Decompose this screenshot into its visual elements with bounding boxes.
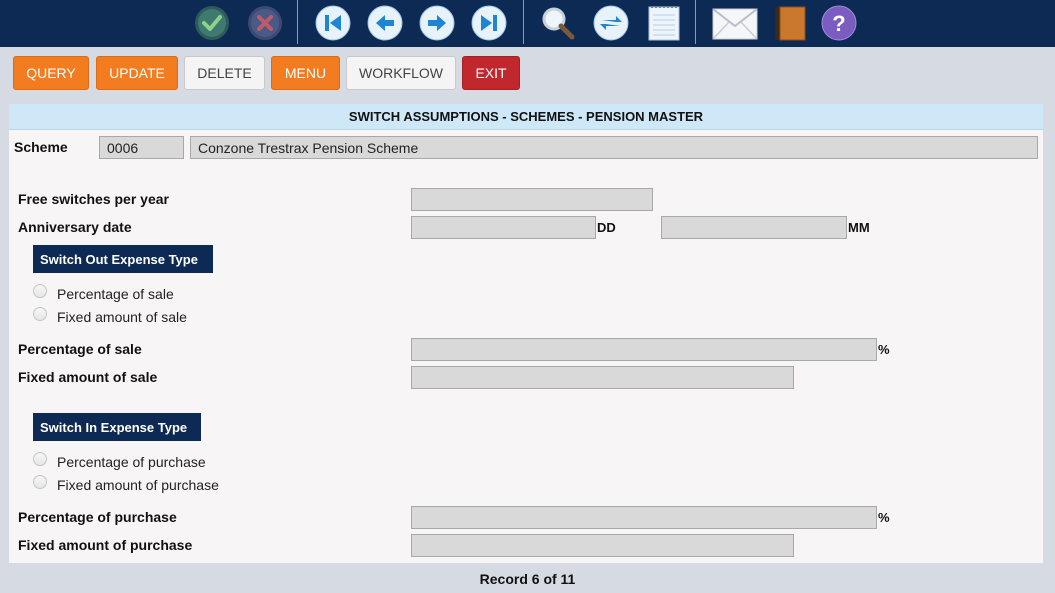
switch-out-heading: Switch Out Expense Type: [33, 245, 213, 273]
month-unit-label: MM: [848, 220, 870, 235]
toolbar-separator: [297, 0, 298, 44]
fixed-amount-of-sale-input[interactable]: [411, 366, 794, 389]
confirm-icon[interactable]: [193, 4, 231, 42]
switch-in-percentage-radio[interactable]: [33, 452, 47, 466]
percentage-of-sale-label: Percentage of sale: [18, 341, 142, 357]
scheme-code-field[interactable]: 0006: [99, 136, 184, 159]
notepad-icon[interactable]: [645, 4, 683, 42]
search-icon[interactable]: [539, 4, 577, 42]
exit-button[interactable]: EXIT: [462, 56, 520, 90]
free-switches-label: Free switches per year: [18, 191, 169, 207]
cancel-icon[interactable]: [246, 4, 284, 42]
toolbar-separator: [695, 0, 696, 44]
day-unit-label: DD: [597, 220, 616, 235]
workflow-button[interactable]: WORKFLOW: [346, 56, 456, 90]
record-counter: Record 6 of 11: [479, 571, 576, 587]
top-toolbar: ?: [0, 0, 1055, 47]
form-panel: SWITCH ASSUMPTIONS - SCHEMES - PENSION M…: [9, 104, 1043, 563]
anniversary-day-input[interactable]: [411, 216, 596, 239]
help-icon[interactable]: ?: [820, 4, 858, 42]
switch-in-fixed-option[interactable]: Fixed amount of purchase: [57, 477, 219, 493]
percent-unit-label: %: [878, 342, 890, 357]
switch-in-fixed-radio[interactable]: [33, 475, 47, 489]
anniversary-month-input[interactable]: [661, 216, 847, 239]
next-record-icon[interactable]: [418, 4, 456, 42]
query-button[interactable]: QUERY: [13, 56, 89, 90]
percentage-of-purchase-label: Percentage of purchase: [18, 509, 177, 525]
refresh-icon[interactable]: [592, 4, 630, 42]
percentage-of-purchase-input[interactable]: [411, 506, 877, 529]
toolbar-separator: [523, 0, 524, 44]
previous-record-icon[interactable]: [366, 4, 404, 42]
delete-button[interactable]: DELETE: [184, 56, 265, 90]
menu-button[interactable]: MENU: [271, 56, 340, 90]
fixed-amount-of-purchase-label: Fixed amount of purchase: [18, 537, 193, 553]
fixed-amount-of-sale-label: Fixed amount of sale: [18, 369, 158, 385]
book-icon[interactable]: [771, 4, 809, 42]
switch-out-percentage-radio[interactable]: [33, 284, 47, 298]
first-record-icon[interactable]: [314, 4, 352, 42]
switch-out-fixed-option[interactable]: Fixed amount of sale: [57, 309, 187, 325]
percentage-of-sale-input[interactable]: [411, 338, 877, 361]
page-title: SWITCH ASSUMPTIONS - SCHEMES - PENSION M…: [9, 104, 1043, 130]
percent-unit-label: %: [878, 510, 890, 525]
switch-in-heading: Switch In Expense Type: [33, 413, 201, 441]
switch-out-fixed-radio[interactable]: [33, 307, 47, 321]
switch-in-percentage-option[interactable]: Percentage of purchase: [57, 454, 206, 470]
update-button[interactable]: UPDATE: [96, 56, 178, 90]
scheme-label: Scheme: [14, 139, 68, 155]
free-switches-input[interactable]: [411, 188, 653, 211]
last-record-icon[interactable]: [470, 4, 508, 42]
mail-icon[interactable]: [711, 4, 759, 42]
switch-out-percentage-option[interactable]: Percentage of sale: [57, 286, 174, 302]
scheme-name-field[interactable]: Conzone Trestrax Pension Scheme: [190, 136, 1038, 159]
fixed-amount-of-purchase-input[interactable]: [411, 534, 794, 557]
anniversary-date-label: Anniversary date: [18, 219, 132, 235]
help-glyph: ?: [832, 11, 845, 36]
